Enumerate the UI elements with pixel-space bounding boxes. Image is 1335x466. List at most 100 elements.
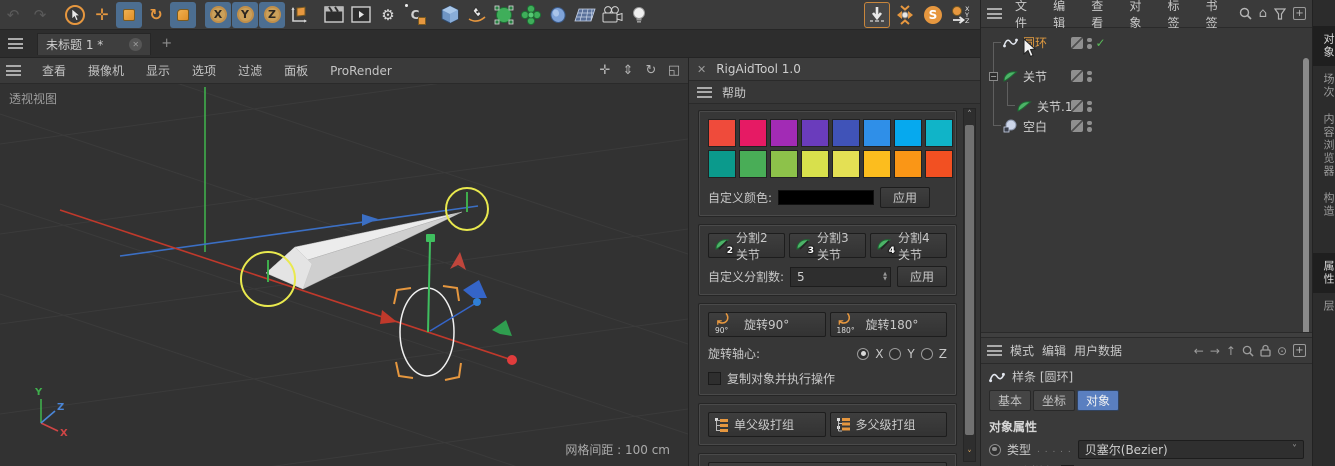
expander-icon[interactable]: − (989, 72, 998, 81)
render-to-picture-viewer-icon[interactable] (348, 2, 374, 28)
palette-swatch[interactable] (863, 119, 891, 147)
filter-icon[interactable] (1274, 7, 1287, 20)
rotate-180-button[interactable]: ⤾ 180° 旋转180° (829, 312, 947, 337)
scroll-down-icon[interactable]: ˅ (964, 449, 975, 461)
rigaidtool-help-menu[interactable]: 帮助 (722, 84, 746, 101)
custom-color-swatch[interactable] (778, 190, 875, 205)
coordinate-system-icon[interactable] (286, 2, 312, 28)
single-parent-group-button[interactable]: 单父级打组 (708, 412, 826, 437)
viewport-zoom-icon[interactable]: ⇕ (620, 63, 636, 78)
bind-controller-button[interactable]: 绑定控制器到指定骨骼 (708, 462, 947, 466)
palette-swatch[interactable] (894, 150, 922, 178)
undo-icon[interactable]: ↶ (0, 2, 26, 28)
palette-swatch[interactable] (801, 119, 829, 147)
palette-swatch[interactable] (801, 150, 829, 178)
field-sphere-icon[interactable] (545, 2, 571, 28)
palette-swatch[interactable] (832, 119, 860, 147)
rigaid-scrollbar[interactable]: ˄ ˅ (963, 108, 976, 462)
palette-swatch[interactable] (739, 119, 767, 147)
subdivision-surface-icon[interactable] (491, 2, 517, 28)
split-2-joints-button[interactable]: 2 分割2关节 (708, 231, 785, 262)
object-manager-menu-icon[interactable] (987, 8, 1002, 19)
rigaidtool-close-icon[interactable]: ✕ (697, 63, 706, 76)
layer-toggle-icon[interactable] (1071, 120, 1083, 132)
om-menu-object[interactable]: 对象 (1124, 0, 1154, 31)
layer-toggle-icon[interactable] (1071, 70, 1083, 82)
scale-tool-icon[interactable] (116, 1, 142, 28)
om-menu-file[interactable]: 文件 (1010, 0, 1040, 31)
visibility-dots-icon[interactable] (1087, 100, 1092, 112)
floor-environment-icon[interactable] (572, 2, 598, 28)
vp-menu-view[interactable]: 查看 (31, 62, 77, 79)
s-workplane-icon[interactable]: S (920, 2, 946, 28)
palette-swatch[interactable] (863, 150, 891, 178)
om-menu-bookmarks[interactable]: 书签 (1201, 0, 1231, 31)
visibility-dots-icon[interactable] (1087, 120, 1092, 132)
side-tab-layers[interactable]: 层 (1313, 293, 1335, 320)
deformer-icon[interactable] (518, 2, 544, 28)
x-axis-lock-icon[interactable]: X (205, 1, 231, 28)
home-icon[interactable]: ⌂ (1259, 6, 1267, 21)
object-row-joint[interactable]: 关节 (1003, 66, 1047, 86)
parent-up-icon[interactable]: ↑ (1226, 344, 1236, 358)
palette-swatch[interactable] (739, 150, 767, 178)
palette-swatch[interactable] (925, 150, 953, 178)
axis-z-radio[interactable] (920, 347, 933, 360)
z-axis-lock-icon[interactable]: Z (259, 1, 285, 28)
camera-icon[interactable] (599, 2, 625, 28)
viewport-maximize-icon[interactable]: ◱ (666, 63, 682, 78)
document-tab[interactable]: 未标题 1 * ✕ (37, 32, 152, 55)
om-menu-view[interactable]: 查看 (1086, 0, 1116, 31)
layer-toggle-icon[interactable] (1071, 37, 1083, 49)
visibility-dots-icon[interactable] (1087, 37, 1092, 49)
tab-basic[interactable]: 基本 (989, 390, 1032, 411)
new-panel-icon[interactable]: + (1293, 344, 1306, 357)
rotate-tool-icon[interactable]: ↻ (143, 2, 169, 28)
magic-render-icon[interactable]: C (402, 2, 428, 28)
snap-icon[interactable] (892, 2, 918, 28)
search-icon[interactable] (1239, 7, 1252, 20)
cube-primitive-icon[interactable] (437, 2, 463, 28)
viewport-orbit-icon[interactable]: ↻ (643, 63, 659, 78)
palette-swatch[interactable] (770, 150, 798, 178)
object-row-null[interactable]: 空白 (1003, 116, 1047, 136)
layer-toggle-icon[interactable] (1071, 100, 1083, 112)
search-icon[interactable] (1242, 345, 1254, 357)
split-count-input[interactable] (791, 269, 884, 284)
om-menu-edit[interactable]: 编辑 (1048, 0, 1078, 31)
light-icon[interactable] (626, 2, 652, 28)
type-dropdown[interactable]: 贝塞尔(Bezier) ˅ (1077, 440, 1304, 459)
apply-color-button[interactable]: 应用 (880, 187, 931, 208)
viewport-menu-icon[interactable] (6, 65, 21, 76)
tab-object[interactable]: 对象 (1077, 390, 1120, 411)
history-back-icon[interactable]: ← (1194, 344, 1204, 358)
last-tool-icon[interactable] (170, 1, 196, 28)
rotate-90-button[interactable]: ⤾ 90° 旋转90° (708, 312, 826, 337)
am-menu-edit[interactable]: 编辑 (1042, 342, 1066, 359)
tab-close-icon[interactable]: ✕ (129, 37, 143, 51)
split-3-joints-button[interactable]: 3 分割3关节 (789, 231, 866, 262)
axis-y-radio[interactable] (889, 347, 902, 360)
vp-menu-options[interactable]: 选项 (181, 62, 227, 79)
axis-x-radio[interactable] (857, 347, 870, 360)
lock-icon[interactable] (1260, 344, 1271, 357)
palette-swatch[interactable] (770, 119, 798, 147)
enabled-check-icon[interactable]: ✓ (1096, 36, 1106, 50)
track-icon[interactable]: ⊙ (1277, 344, 1287, 358)
render-view-icon[interactable] (321, 2, 347, 28)
side-tab-structure[interactable]: 构造 (1313, 185, 1335, 225)
vp-menu-display[interactable]: 显示 (135, 62, 181, 79)
side-tab-objects[interactable]: 对象 (1313, 26, 1335, 66)
attribute-menu-icon[interactable] (987, 345, 1002, 356)
render-settings-icon[interactable]: ⚙ (375, 2, 401, 28)
redo-icon[interactable]: ↷ (27, 2, 53, 28)
history-forward-icon[interactable]: → (1210, 344, 1220, 358)
scroll-up-icon[interactable]: ˄ (964, 109, 975, 121)
spline-pen-icon[interactable] (464, 2, 490, 28)
rigaidtool-menu-icon[interactable] (697, 86, 712, 98)
vp-menu-filter[interactable]: 过滤 (227, 62, 273, 79)
am-menu-userdata[interactable]: 用户数据 (1074, 342, 1122, 359)
visibility-dots-icon[interactable] (1087, 70, 1092, 82)
apply-split-button[interactable]: 应用 (896, 266, 947, 287)
vp-menu-camera[interactable]: 摄像机 (77, 62, 135, 79)
